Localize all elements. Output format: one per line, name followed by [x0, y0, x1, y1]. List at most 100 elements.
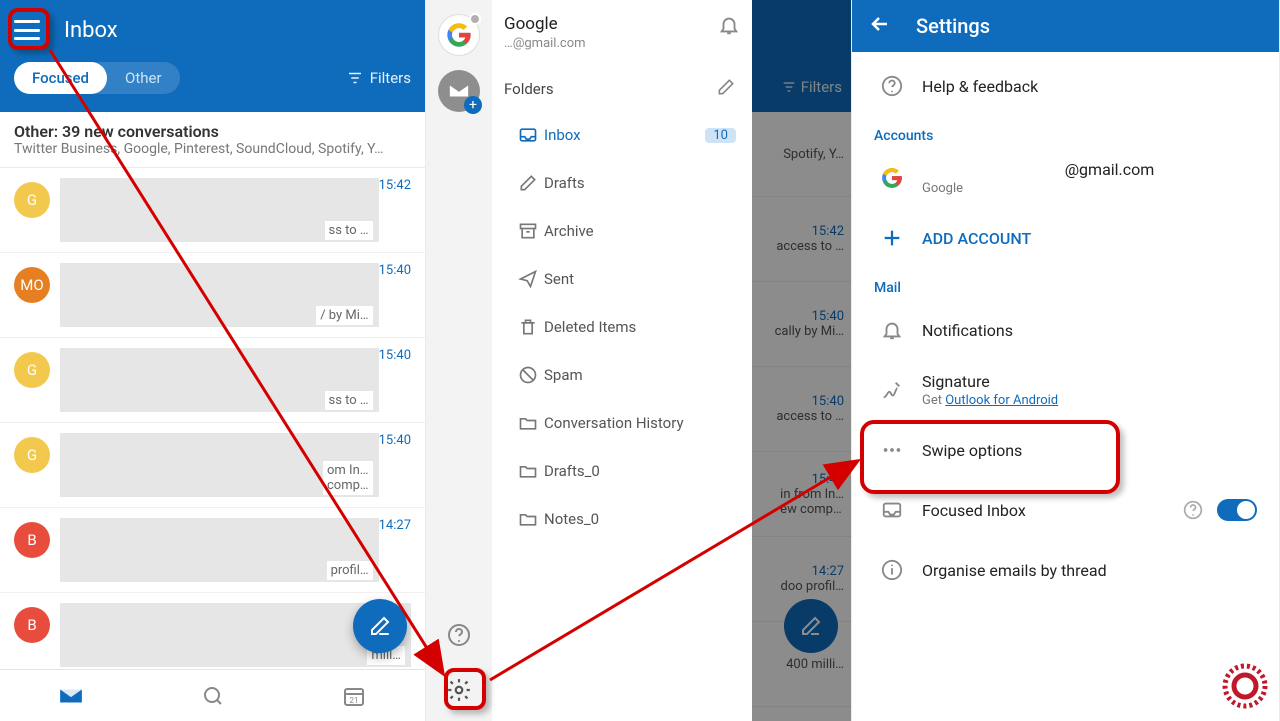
email-time: 14:27	[379, 518, 411, 533]
other-summary-title: Other: 39 new conversations	[14, 122, 411, 141]
drawer-account-name: Google	[504, 14, 586, 34]
email-time: 15:40	[379, 433, 411, 448]
help-button[interactable]	[447, 623, 471, 651]
folder-inbox[interactable]: Inbox10	[504, 111, 752, 159]
bell-icon	[881, 319, 903, 341]
email-time: 15:40	[379, 348, 411, 363]
drawer-panel: Google …@gmail.com Folders Inbox10Drafts…	[492, 0, 752, 721]
avatar: B	[14, 607, 50, 643]
tab-other[interactable]: Other	[107, 62, 180, 94]
settings-organise-thread[interactable]: Organise emails by thread	[852, 540, 1279, 600]
email-row[interactable]: G ss to … 15:42	[0, 168, 425, 253]
folder-icon	[512, 509, 544, 529]
inbox-icon	[881, 499, 903, 521]
settings-appbar: Settings	[852, 0, 1279, 52]
account-provider: Google	[922, 181, 1257, 196]
filter-icon	[346, 69, 364, 87]
signature-icon	[881, 379, 903, 401]
folder-icon	[512, 365, 544, 385]
inbox-peek: Filters Spotify, Y…15:42access to …15:40…	[752, 0, 852, 721]
help-icon	[447, 623, 471, 647]
folder-drafts[interactable]: Drafts	[504, 159, 752, 207]
email-list: G ss to … 15:42MO / by Mi… 15:40G ss to …	[0, 168, 425, 678]
other-summary-row[interactable]: Other: 39 new conversations Twitter Busi…	[0, 112, 425, 168]
folder-label: Deleted Items	[544, 318, 636, 336]
email-time: 15:40	[379, 263, 411, 278]
avatar: G	[14, 437, 50, 473]
info-icon	[881, 559, 903, 581]
folder-drafts-0[interactable]: Drafts_0	[504, 447, 752, 495]
calendar-icon: 21	[342, 684, 366, 708]
settings-swipe[interactable]: Swipe options	[852, 420, 1279, 480]
folder-icon	[512, 461, 544, 481]
settings-focused-inbox[interactable]: Focused Inbox	[852, 480, 1279, 540]
folder-label: Sent	[544, 270, 574, 288]
folder-label: Notes_0	[544, 510, 599, 528]
email-preview: / by Mi…	[60, 263, 379, 327]
settings-account-google[interactable]: @gmail.com Google	[852, 148, 1279, 208]
focused-toggle[interactable]	[1217, 499, 1257, 521]
folders-header: Folders	[504, 80, 554, 98]
search-icon	[201, 684, 225, 708]
bottom-nav: 21	[0, 669, 425, 721]
settings-screen: Settings Help & feedback Accounts @gmail…	[852, 0, 1280, 721]
settings-add-account[interactable]: ADD ACCOUNT	[852, 208, 1279, 268]
settings-title: Settings	[916, 14, 990, 38]
email-row[interactable]: MO / by Mi… 15:40	[0, 253, 425, 338]
filters-button[interactable]: Filters	[346, 69, 411, 87]
folder-sent[interactable]: Sent	[504, 255, 752, 303]
other-summary-subtitle: Twitter Business, Google, Pinterest, Sou…	[14, 141, 411, 157]
inbox-segmented-control: Focused Other	[14, 62, 180, 94]
nav-mail[interactable]	[0, 670, 142, 721]
bell-icon	[718, 14, 740, 36]
settings-signature[interactable]: Signature Get Outlook for Android	[852, 360, 1279, 420]
nav-calendar[interactable]: 21	[283, 670, 425, 721]
folder-label: Drafts_0	[544, 462, 600, 480]
folder-icon	[512, 269, 544, 289]
svg-text:21: 21	[350, 696, 359, 705]
menu-icon[interactable]	[14, 20, 40, 40]
help-icon[interactable]	[1183, 500, 1203, 520]
folder-conversation-history[interactable]: Conversation History	[504, 399, 752, 447]
folder-icon	[512, 221, 544, 241]
avatar: MO	[14, 267, 50, 303]
folder-label: Spam	[544, 366, 583, 384]
folder-icon	[512, 317, 544, 337]
folder-label: Inbox	[544, 126, 581, 144]
account-rail: +	[426, 0, 492, 721]
folder-spam[interactable]: Spam	[504, 351, 752, 399]
email-time: 15:42	[379, 178, 411, 193]
inbox-screen: Inbox Focused Other Filters Other: 39 ne…	[0, 0, 426, 721]
email-row[interactable]: G om In…comp… 15:40	[0, 423, 425, 508]
email-preview: ss to …	[60, 348, 379, 412]
email-row[interactable]: G ss to … 15:40	[0, 338, 425, 423]
notifications-bell[interactable]	[718, 14, 740, 40]
edit-folders-button[interactable]	[716, 77, 736, 101]
account-email: @gmail.com	[962, 160, 1257, 179]
folder-deleted-items[interactable]: Deleted Items	[504, 303, 752, 351]
tab-focused[interactable]: Focused	[14, 62, 107, 94]
plus-icon	[881, 227, 903, 249]
avatar: G	[14, 352, 50, 388]
pencil-icon	[716, 77, 736, 97]
email-row[interactable]: B profil… 14:27	[0, 508, 425, 593]
nav-search[interactable]	[142, 670, 284, 721]
settings-button[interactable]	[446, 677, 472, 707]
email-preview: om In…comp…	[60, 433, 379, 497]
page-title: Inbox	[64, 18, 118, 43]
google-logo-icon	[446, 22, 472, 48]
email-preview: ss to …	[60, 178, 379, 242]
signature-subtitle: Get Outlook for Android	[922, 393, 1257, 408]
folder-notes-0[interactable]: Notes_0	[504, 495, 752, 543]
settings-help[interactable]: Help & feedback	[852, 56, 1279, 116]
account-avatar-google[interactable]	[438, 14, 480, 56]
compose-fab[interactable]	[353, 599, 407, 653]
folder-archive[interactable]: Archive	[504, 207, 752, 255]
section-accounts: Accounts	[852, 116, 1279, 148]
folder-icon	[512, 413, 544, 433]
gear-icon	[446, 677, 472, 703]
section-mail: Mail	[852, 268, 1279, 300]
settings-notifications[interactable]: Notifications	[852, 300, 1279, 360]
back-button[interactable]	[868, 12, 892, 40]
add-mail-account[interactable]: +	[438, 70, 480, 112]
